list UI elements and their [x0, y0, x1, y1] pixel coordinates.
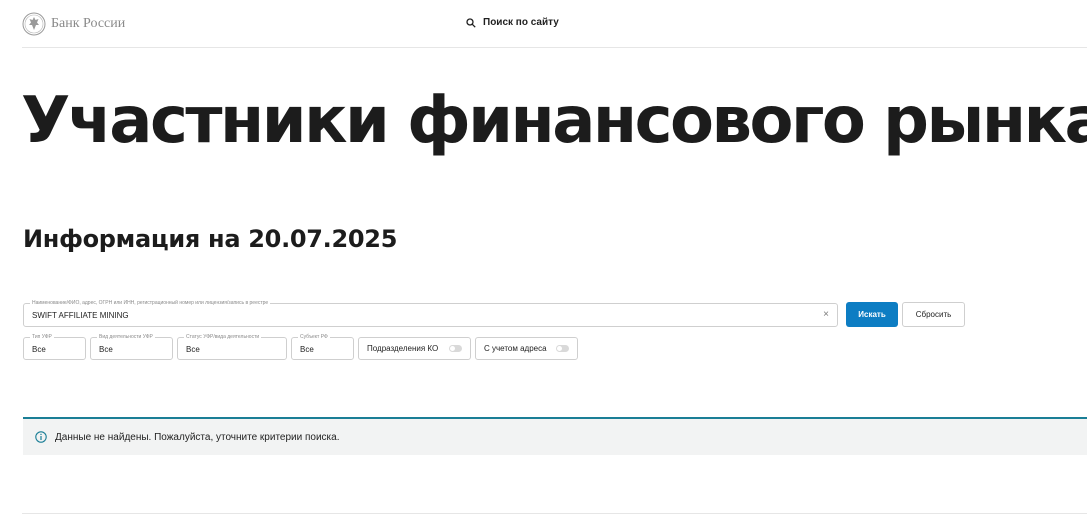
- search-icon: [466, 17, 476, 28]
- search-input-value: SWIFT AFFILIATE MINING: [32, 311, 129, 320]
- toggle-branches-label: Подразделения КО: [367, 344, 439, 353]
- filter-status[interactable]: Статус УФР/вида деятельности Все: [177, 333, 287, 360]
- site-search-link[interactable]: Поиск по сайту: [466, 17, 559, 28]
- site-search-label: Поиск по сайту: [483, 17, 559, 28]
- toggle-address-label: С учетом адреса: [484, 344, 547, 353]
- search-input[interactable]: Наименование/ФИО, адрес, ОГРН или ИНН, р…: [23, 299, 838, 327]
- toggle-address[interactable]: С учетом адреса: [475, 337, 578, 360]
- page-title: Участники финансового рынка: [21, 84, 1087, 158]
- footer-divider: [22, 513, 1087, 514]
- bank-emblem-icon: [22, 12, 46, 36]
- filter-type-value: Все: [32, 345, 46, 354]
- logo-text: Банк России: [51, 16, 126, 31]
- toggle-branches-switch[interactable]: [449, 345, 462, 352]
- filter-region-label: Субъект РФ: [298, 333, 330, 341]
- site-header: Банк России Поиск по сайту: [22, 0, 1087, 48]
- filter-type-label: Тип УФР: [30, 333, 54, 341]
- filter-status-value: Все: [186, 345, 200, 354]
- clear-search-icon[interactable]: ×: [823, 310, 829, 320]
- filter-type[interactable]: Тип УФР Все: [23, 333, 86, 360]
- no-results-notice: Данные не найдены. Пожалуйста, уточните …: [23, 417, 1087, 455]
- reset-button[interactable]: Сбросить: [902, 302, 965, 327]
- toggle-address-switch[interactable]: [556, 345, 569, 352]
- filter-region[interactable]: Субъект РФ Все: [291, 333, 354, 360]
- page-subtitle: Информация на 20.07.2025: [23, 225, 398, 253]
- search-input-label: Наименование/ФИО, адрес, ОГРН или ИНН, р…: [30, 299, 271, 307]
- filter-region-value: Все: [300, 345, 314, 354]
- filter-activity-label: Вид деятельности УФР: [97, 333, 155, 341]
- search-button[interactable]: Искать: [846, 302, 898, 327]
- notice-text: Данные не найдены. Пожалуйста, уточните …: [55, 431, 340, 443]
- toggle-branches[interactable]: Подразделения КО: [358, 337, 471, 360]
- filter-status-label: Статус УФР/вида деятельности: [184, 333, 262, 341]
- logo[interactable]: Банк России: [22, 12, 125, 36]
- info-icon: [35, 431, 47, 443]
- filter-activity-value: Все: [99, 345, 113, 354]
- filter-activity[interactable]: Вид деятельности УФР Все: [90, 333, 173, 360]
